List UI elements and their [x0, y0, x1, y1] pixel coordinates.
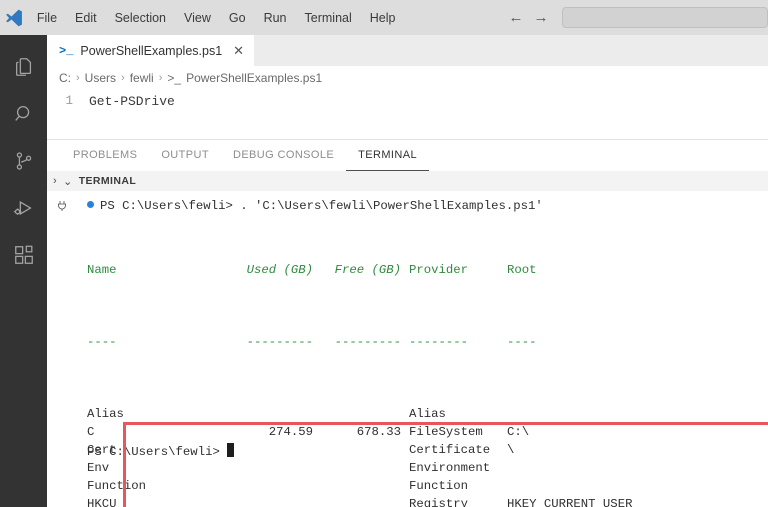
- underline-provider: --------: [409, 335, 469, 349]
- cell-root: C:\: [507, 425, 530, 439]
- menu-item-go[interactable]: Go: [220, 8, 255, 28]
- cell-free: 678.33: [356, 425, 401, 439]
- cell-name: HKCU: [87, 497, 117, 507]
- menu-item-help[interactable]: Help: [361, 8, 405, 28]
- terminal-cursor: [226, 443, 234, 457]
- run-and-debug-icon[interactable]: [0, 184, 47, 231]
- underline-free: ---------: [334, 335, 401, 349]
- table-row: HKCU Registry HKEY_CURRENT_USER: [87, 495, 758, 507]
- powershell-file-icon: >_: [59, 43, 74, 58]
- editor-tab-label: PowerShellExamples.ps1: [80, 43, 223, 58]
- cell-root: HKEY_CURRENT_USER: [507, 497, 633, 507]
- terminal-command-line: PS C:\Users\fewli> . 'C:\Users\fewli\Pow…: [47, 197, 768, 215]
- cell-name: Env: [87, 461, 110, 475]
- column-header-root: Root: [507, 263, 537, 277]
- breadcrumb: C: › Users › fewli › >_ PowerShellExampl…: [47, 66, 768, 89]
- code-line: 1 Get-PSDrive: [47, 92, 768, 110]
- chevron-right-icon[interactable]: ›: [53, 175, 57, 187]
- terminal-header-label: TERMINAL: [78, 175, 137, 187]
- chevron-right-icon: ›: [76, 71, 80, 84]
- underline-name: ----: [87, 335, 117, 349]
- editor-tab-bar: >_ PowerShellExamples.ps1 ✕: [47, 35, 768, 66]
- table-row: Env Environment: [87, 459, 758, 477]
- quick-input-search[interactable]: [562, 7, 768, 28]
- breadcrumb-item-file[interactable]: >_ PowerShellExamples.ps1: [167, 71, 322, 85]
- menu-item-edit[interactable]: Edit: [66, 8, 106, 28]
- chevron-down-icon[interactable]: ⌄: [63, 175, 73, 188]
- bottom-panel: PROBLEMS OUTPUT DEBUG CONSOLE TERMINAL ›…: [47, 139, 768, 507]
- menu-bar: File Edit Selection View Go Run Terminal…: [28, 0, 405, 35]
- arrow-right-icon[interactable]: →: [533, 10, 548, 25]
- code-text: Get-PSDrive: [89, 93, 175, 109]
- tab-output[interactable]: OUTPUT: [149, 140, 221, 171]
- editor-tab-powershell-file[interactable]: >_ PowerShellExamples.ps1 ✕: [47, 35, 255, 66]
- cell-provider: FileSystem: [409, 425, 483, 439]
- line-number: 1: [65, 94, 73, 108]
- psdrive-output-table: Name Used (GB) Free (GB) Provider Root ---- -…: [87, 225, 758, 507]
- table-row: C 274.59 678.33 FileSystem C:\: [87, 423, 758, 441]
- terminal-command: . 'C:\Users\fewli\PowerShellExamples.ps1…: [232, 199, 543, 213]
- breadcrumb-item-drive[interactable]: C:: [59, 71, 71, 85]
- arrow-left-icon[interactable]: ←: [508, 10, 523, 25]
- source-control-icon[interactable]: [0, 137, 47, 184]
- breadcrumb-item-fewli[interactable]: fewli: [130, 71, 154, 85]
- vscode-logo-icon: [0, 0, 28, 35]
- menu-item-selection[interactable]: Selection: [106, 8, 175, 28]
- column-header-free: Free (GB): [334, 263, 401, 277]
- table-row: Alias Alias: [87, 405, 758, 423]
- chevron-right-icon: ›: [158, 71, 163, 84]
- column-header-name: Name: [87, 263, 117, 277]
- menu-item-view[interactable]: View: [175, 8, 220, 28]
- search-icon[interactable]: [0, 90, 47, 137]
- title-bar: File Edit Selection View Go Run Terminal…: [0, 0, 768, 35]
- menu-item-run[interactable]: Run: [255, 8, 296, 28]
- powershell-file-icon: >_: [167, 70, 182, 85]
- tab-problems[interactable]: PROBLEMS: [61, 140, 149, 171]
- cell-used: 274.59: [268, 425, 313, 439]
- cell-provider: Environment: [409, 461, 491, 475]
- editor-area: >_ PowerShellExamples.ps1 ✕ C: › Users ›…: [47, 35, 768, 507]
- tab-debug-console[interactable]: DEBUG CONSOLE: [221, 140, 346, 171]
- navigation-controls: ← →: [508, 10, 548, 25]
- close-icon[interactable]: ✕: [233, 44, 244, 57]
- menu-item-terminal[interactable]: Terminal: [296, 8, 361, 28]
- table-row: Function Function: [87, 477, 758, 495]
- cell-name: C: [87, 425, 95, 439]
- terminal-final-prompt: PS C:\Users\fewli>: [47, 443, 234, 461]
- status-dot-icon: [87, 201, 94, 208]
- terminal-body[interactable]: PS C:\Users\fewli> . 'C:\Users\fewli\Pow…: [47, 191, 768, 507]
- cell-provider: Alias: [409, 407, 446, 421]
- cell-name: Function: [87, 479, 147, 493]
- vscode-window: File Edit Selection View Go Run Terminal…: [0, 0, 768, 507]
- cell-provider: Certificate: [409, 443, 491, 457]
- extensions-icon[interactable]: [0, 231, 47, 278]
- table-underline-row: ---- --------- --------- -------- ----: [87, 333, 758, 351]
- menu-item-file[interactable]: File: [28, 8, 66, 28]
- final-prompt-text: PS C:\Users\fewli>: [87, 445, 220, 459]
- terminal-gutter: [51, 199, 73, 217]
- activity-bar: [0, 35, 47, 507]
- terminal-prompt: PS C:\Users\fewli>: [100, 199, 233, 213]
- underline-root: ----: [507, 335, 537, 349]
- panel-tab-bar: PROBLEMS OUTPUT DEBUG CONSOLE TERMINAL: [47, 140, 768, 171]
- terminal-section-header: › ⌄ TERMINAL: [47, 171, 768, 191]
- cell-name: Alias: [87, 407, 124, 421]
- breadcrumb-file-label: PowerShellExamples.ps1: [186, 70, 323, 85]
- chevron-right-icon: ›: [121, 71, 125, 84]
- cell-root: \: [507, 443, 515, 457]
- breadcrumb-item-users[interactable]: Users: [85, 71, 116, 85]
- tab-terminal[interactable]: TERMINAL: [346, 140, 429, 171]
- column-header-used: Used (GB): [246, 263, 313, 277]
- plug-icon[interactable]: [56, 199, 68, 217]
- underline-used: ---------: [246, 335, 313, 349]
- cell-provider: Registry: [409, 497, 469, 507]
- table-header-row: Name Used (GB) Free (GB) Provider Root: [87, 261, 758, 279]
- cell-provider: Function: [409, 479, 469, 493]
- column-header-provider: Provider: [409, 263, 469, 277]
- files-explorer-icon[interactable]: [0, 43, 47, 90]
- code-editor[interactable]: 1 Get-PSDrive: [47, 89, 768, 131]
